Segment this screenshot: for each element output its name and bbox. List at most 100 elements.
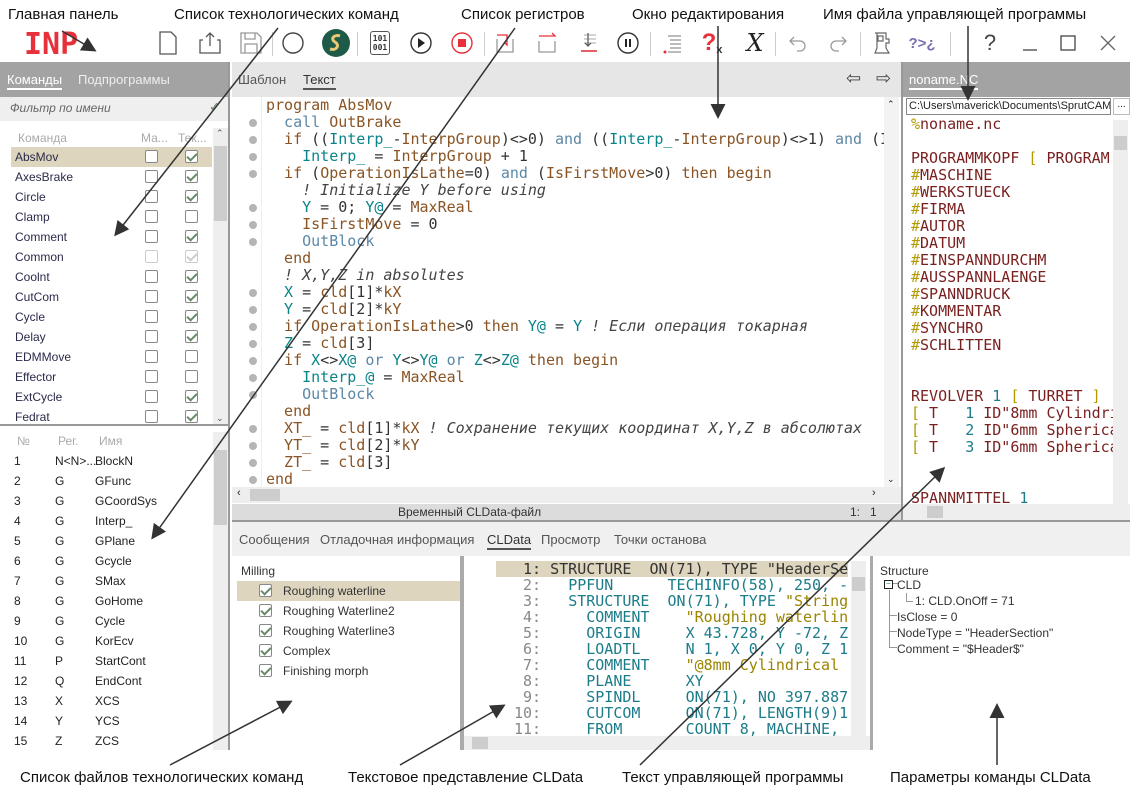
file-checkbox[interactable] — [259, 584, 272, 597]
command-row[interactable]: Effector — [11, 367, 212, 387]
registers-scrollbar[interactable] — [213, 432, 228, 750]
code-line[interactable]: OutBlock — [232, 233, 884, 250]
command-row[interactable]: Clamp — [11, 207, 212, 227]
command-row[interactable]: AbsMov — [11, 147, 212, 167]
file-row[interactable]: Finishing morph — [237, 661, 460, 681]
tab-breakpoints[interactable]: Точки останова — [614, 532, 706, 547]
register-row[interactable]: 11 P StartCont — [14, 651, 214, 671]
nc-text[interactable]: %noname.nc PROGRAMMKOPF [ PROGRAM #MASCHIN… — [911, 116, 1113, 504]
translate-icon[interactable]: ?>¿ — [906, 29, 938, 57]
tab-template[interactable]: Шаблон — [238, 72, 286, 87]
undo-icon[interactable] — [781, 29, 813, 57]
stop-icon[interactable] — [446, 29, 478, 57]
code-line[interactable]: if X<>X@ or Y<>Y@ or Z<>Z@ then begin — [232, 352, 884, 369]
filter-apply-icon[interactable]: ✓ — [209, 99, 220, 115]
tab-cldata[interactable]: CLData — [487, 532, 532, 550]
code-line[interactable]: end — [232, 471, 884, 487]
file-checkbox[interactable] — [259, 604, 272, 617]
breakpoint-marker-icon[interactable] — [249, 119, 257, 127]
help-icon[interactable]: ? — [974, 29, 1006, 57]
text-checkbox[interactable] — [185, 190, 198, 203]
pause-icon[interactable] — [612, 29, 644, 57]
step-into-icon[interactable] — [489, 29, 521, 57]
breakpoint-marker-icon[interactable] — [249, 442, 257, 450]
text-checkbox[interactable] — [185, 370, 198, 383]
cldata-line[interactable]: 7: COMMENT "@8mm Cylindrical m — [496, 657, 848, 673]
text-checkbox[interactable] — [185, 290, 198, 303]
breakpoint-marker-icon[interactable] — [249, 340, 257, 348]
code-line[interactable]: if (OperationIsLathe=0) and (IsFirstMove… — [232, 165, 884, 182]
tab-debug-info[interactable]: Отладочная информация — [320, 532, 474, 547]
nc-hscroll[interactable] — [903, 504, 1130, 520]
cldata-line[interactable]: 11: FROM COUNT 8, MACHINE, X — [496, 721, 848, 736]
cldata-line[interactable]: 4: COMMENT "Roughing waterline — [496, 609, 848, 625]
save-icon[interactable] — [235, 29, 267, 57]
breakpoint-marker-icon[interactable] — [249, 238, 257, 246]
command-row[interactable]: Common — [11, 247, 212, 267]
command-row[interactable]: Cycle — [11, 307, 212, 327]
macro-checkbox[interactable] — [145, 410, 158, 423]
macro-checkbox[interactable] — [145, 370, 158, 383]
command-row[interactable]: CutCom — [11, 287, 212, 307]
breakpoints-list-icon[interactable] — [656, 29, 688, 57]
code-line[interactable]: Y = 0; Y@ = MaxReal — [232, 199, 884, 216]
collapse-icon[interactable]: − — [884, 580, 893, 589]
redo-icon[interactable] — [823, 29, 855, 57]
breakpoint-marker-icon[interactable] — [249, 221, 257, 229]
macro-checkbox[interactable] — [145, 350, 158, 363]
breakpoint-marker-icon[interactable] — [249, 136, 257, 144]
register-row[interactable]: 9 G Cycle — [14, 611, 214, 631]
minimize-icon[interactable] — [1014, 29, 1046, 57]
register-row[interactable]: 8 G GoHome — [14, 591, 214, 611]
reset-icon[interactable] — [277, 29, 309, 57]
export-icon[interactable] — [194, 29, 226, 57]
sprutcam-logo-icon[interactable] — [320, 29, 352, 57]
breakpoint-marker-icon[interactable] — [249, 476, 257, 484]
code-line[interactable]: IsFirstMove = 0 — [232, 216, 884, 233]
file-row[interactable]: Roughing Waterline2 — [237, 601, 460, 621]
register-row[interactable]: 1 N<N>... BlockN — [14, 451, 214, 471]
register-row[interactable]: 12 Q EndCont — [14, 671, 214, 691]
cldata-line[interactable]: 3: STRUCTURE ON(71), TYPE "String" — [496, 593, 848, 609]
text-checkbox[interactable] — [185, 350, 198, 363]
breakpoint-marker-icon[interactable] — [249, 306, 257, 314]
code-line[interactable]: Y = cld[2]*kY — [232, 301, 884, 318]
text-checkbox[interactable] — [185, 170, 198, 183]
tab-text[interactable]: Текст — [303, 72, 336, 90]
breakpoint-marker-icon[interactable] — [249, 170, 257, 178]
tab-subprograms[interactable]: Подпрограммы — [78, 72, 170, 87]
breakpoint-marker-icon[interactable] — [249, 153, 257, 161]
code-line[interactable]: Interp_@ = MaxReal — [232, 369, 884, 386]
code-editor[interactable]: program AbsMov call OutBrake if ((Interp… — [232, 97, 884, 487]
macro-checkbox[interactable] — [145, 310, 158, 323]
cldata-line[interactable]: 10: CUTCOM ON(71), LENGTH(9)1, — [496, 705, 848, 721]
code-line[interactable]: if ((Interp_-InterpGroup)<>0) and ((Inte… — [232, 131, 884, 148]
cldata-text[interactable]: 1: STRUCTURE ON(71), TYPE "HeaderSec 2: … — [496, 561, 848, 736]
file-checkbox[interactable] — [259, 644, 272, 657]
nav-back-icon[interactable]: ⇦ — [846, 68, 861, 89]
bottom-splitter[interactable] — [460, 556, 464, 750]
macro-checkbox[interactable] — [145, 250, 158, 263]
breakpoint-marker-icon[interactable] — [249, 391, 257, 399]
text-checkbox[interactable] — [185, 410, 198, 423]
code-line[interactable]: XT_ = cld[1]*kX ! Сохранение текущих коо… — [232, 420, 884, 437]
macro-checkbox[interactable] — [145, 230, 158, 243]
file-row[interactable]: Roughing Waterline3 — [237, 621, 460, 641]
editor-vscroll[interactable]: ⌃ ⌄ — [884, 97, 899, 487]
breakpoint-marker-icon[interactable] — [249, 374, 257, 382]
binary-icon[interactable]: 101 001 — [364, 29, 396, 57]
register-row[interactable]: 13 X XCS — [14, 691, 214, 711]
left-splitter[interactable] — [0, 424, 228, 426]
register-row[interactable]: 15 Z ZCS — [14, 731, 214, 751]
text-checkbox[interactable] — [185, 390, 198, 403]
cldata-line[interactable]: 2: PPFUN TECHINFO(58), 250, -7 — [496, 577, 848, 593]
code-line[interactable]: OutBlock — [232, 386, 884, 403]
run-to-cursor-icon[interactable] — [572, 29, 604, 57]
register-row[interactable]: 2 G GFunc — [14, 471, 214, 491]
file-checkbox[interactable] — [259, 624, 272, 637]
register-row[interactable]: 5 G GPlane — [14, 531, 214, 551]
code-line[interactable]: call OutBrake — [232, 114, 884, 131]
play-icon[interactable] — [405, 29, 437, 57]
code-line[interactable]: end — [232, 403, 884, 420]
cldata-line[interactable]: 8: PLANE XY — [496, 673, 848, 689]
